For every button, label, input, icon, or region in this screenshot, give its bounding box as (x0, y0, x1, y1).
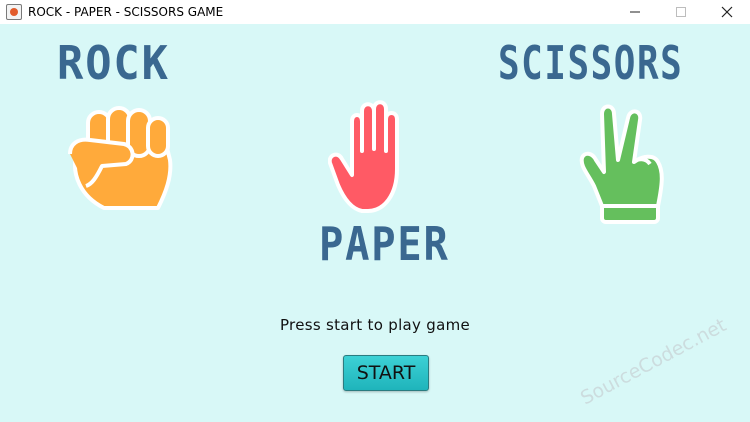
status-prompt: Press start to play game (279, 316, 471, 334)
java-app-icon (6, 4, 22, 20)
maximize-icon (676, 7, 686, 17)
close-button[interactable] (704, 0, 750, 24)
close-icon (721, 6, 733, 18)
window-controls (612, 0, 750, 24)
app-window: ROCK - PAPER - SCISSORS GAME ROCK SCISSO… (0, 0, 750, 422)
start-button[interactable]: START (343, 355, 429, 391)
peace-hand-icon (579, 104, 664, 224)
rock-label: ROCK (57, 36, 170, 90)
game-panel: ROCK SCISSORS PAPER Press start to play … (0, 24, 750, 422)
paper-label: PAPER (319, 217, 450, 271)
open-hand-icon (328, 100, 399, 213)
minimize-button[interactable] (612, 0, 658, 24)
title-bar[interactable]: ROCK - PAPER - SCISSORS GAME (0, 0, 750, 24)
maximize-button[interactable] (658, 0, 704, 24)
fist-icon (68, 106, 173, 210)
window-title: ROCK - PAPER - SCISSORS GAME (28, 5, 224, 19)
minimize-icon (630, 11, 640, 13)
scissors-label: SCISSORS (498, 36, 684, 90)
